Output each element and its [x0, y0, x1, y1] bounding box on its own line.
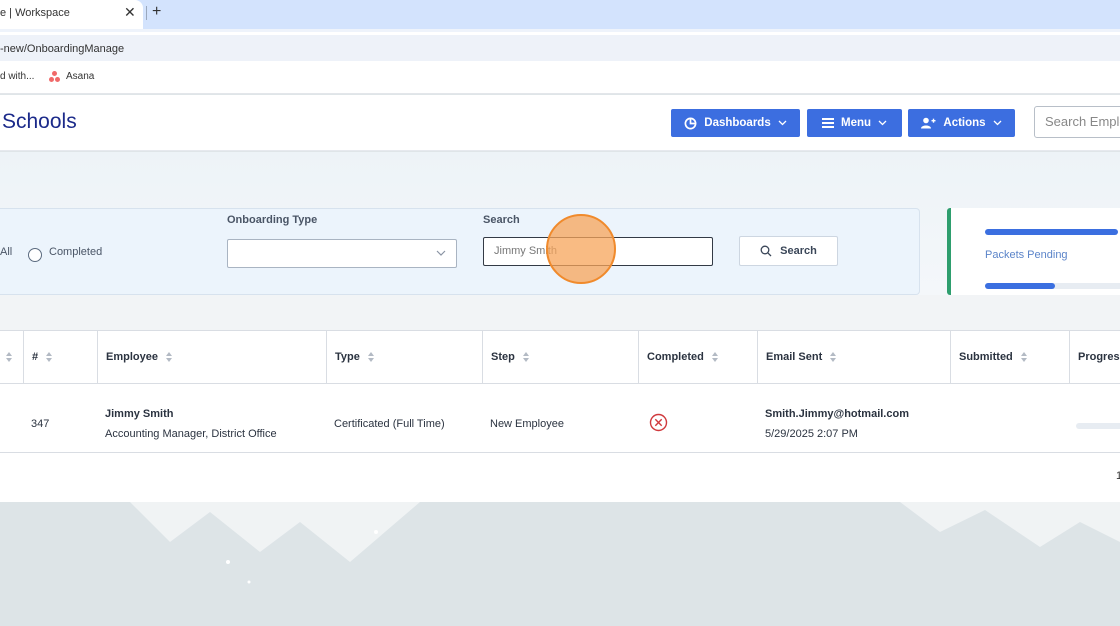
menu-label: Menu: [840, 117, 872, 129]
employee-title: Accounting Manager, District Office: [105, 428, 277, 440]
chevron-down-icon: [436, 250, 446, 256]
stat-bar: [985, 229, 1118, 235]
column-header-number[interactable]: #: [24, 331, 98, 384]
menu-button[interactable]: Menu: [807, 109, 902, 137]
sort-icon: [1020, 352, 1027, 363]
close-icon[interactable]: ✕: [124, 4, 136, 21]
sort-icon: [367, 352, 374, 363]
mountain-background-image: [0, 502, 1120, 626]
new-tab-button[interactable]: +: [152, 3, 161, 21]
completed-radio[interactable]: [28, 248, 42, 262]
actions-label: Actions: [943, 117, 986, 129]
search-button-label: Search: [780, 245, 817, 257]
browser-tab-bar: e | Workspace ✕ +: [0, 0, 1120, 29]
chevron-down-icon: [778, 120, 787, 126]
dashboards-label: Dashboards: [704, 117, 771, 129]
app-header: Schools Dashboards Menu Actions: [0, 95, 1120, 151]
asana-icon: [49, 71, 61, 83]
chevron-down-icon: [993, 120, 1002, 126]
column-header-step[interactable]: Step: [483, 331, 639, 384]
sort-icon: [6, 352, 12, 363]
onboarding-type-label: Onboarding Type: [227, 214, 318, 226]
hamburger-icon: [821, 118, 834, 128]
onboarding-type-select[interactable]: [227, 239, 457, 268]
browser-tab[interactable]: e | Workspace ✕: [0, 0, 143, 29]
sort-icon: [711, 352, 718, 363]
employee-type: Certificated (Full Time): [334, 418, 445, 430]
pie-chart-icon: [684, 117, 697, 129]
status-all-label[interactable]: All: [0, 246, 12, 258]
completed-radio-label[interactable]: Completed: [49, 246, 102, 258]
bookmark-item[interactable]: d with...: [0, 71, 34, 82]
column-header-employee[interactable]: Employee: [98, 331, 327, 384]
tab-title: e | Workspace: [0, 7, 70, 19]
url-text: -new/OnboardingManage: [0, 43, 125, 55]
user-plus-icon: [921, 117, 936, 129]
column-label: #: [32, 351, 39, 363]
employee-search-field[interactable]: [1034, 106, 1120, 138]
column-label: Step: [491, 351, 515, 363]
packets-progress-track: [985, 283, 1120, 289]
column-label: Progress: [1078, 351, 1120, 363]
bookmark-asana[interactable]: Asana: [66, 71, 94, 82]
search-label: Search: [483, 214, 520, 226]
address-bar: -new/OnboardingManage: [0, 29, 1120, 61]
sort-icon: [46, 352, 53, 363]
sort-icon: [522, 352, 529, 363]
column-header-type[interactable]: Type: [327, 331, 483, 384]
bookmarks-bar: d with... Asana: [0, 61, 1120, 94]
row-progress-bar: [1076, 423, 1120, 429]
table-header: # Employee Type Step Completed Email Sen…: [0, 330, 1120, 384]
pagination[interactable]: 1: [1116, 470, 1120, 482]
row-id: 347: [31, 418, 50, 430]
column-label: Submitted: [959, 351, 1013, 363]
column-header-submitted[interactable]: Submitted: [951, 331, 1070, 384]
tab-separator: [146, 6, 147, 20]
search-button[interactable]: Search: [739, 236, 838, 266]
packets-pending-card[interactable]: Packets Pending: [947, 208, 1120, 295]
column-header-completed[interactable]: Completed: [639, 331, 758, 384]
email-sent-date: 5/29/2025 2:07 PM: [765, 428, 858, 440]
column-header-progress[interactable]: Progress: [1070, 331, 1120, 384]
employee-name[interactable]: Jimmy Smith: [105, 408, 173, 420]
sort-icon: [830, 352, 837, 363]
employee-search-input[interactable]: [1035, 107, 1120, 135]
column-label: Email Sent: [766, 351, 823, 363]
column-header-email-sent[interactable]: Email Sent: [758, 331, 951, 384]
dashboards-button[interactable]: Dashboards: [671, 109, 800, 137]
actions-button[interactable]: Actions: [908, 109, 1015, 137]
packets-progress-fill: [985, 283, 1055, 289]
table-row[interactable]: 347 Jimmy Smith Accounting Manager, Dist…: [0, 385, 1120, 453]
select-column-header[interactable]: [0, 331, 24, 384]
incomplete-x-icon: [649, 413, 668, 432]
column-label: Type: [335, 351, 360, 363]
employee-step: New Employee: [490, 418, 564, 430]
chevron-down-icon: [878, 120, 887, 126]
email-address[interactable]: Smith.Jimmy@hotmail.com: [765, 408, 909, 420]
packets-pending-label: Packets Pending: [985, 249, 1068, 261]
column-label: Employee: [106, 351, 158, 363]
click-indicator: [546, 214, 616, 284]
url-field[interactable]: -new/OnboardingManage: [0, 35, 1120, 61]
column-label: Completed: [647, 351, 704, 363]
sort-icon: [165, 352, 172, 363]
page-title: Schools: [2, 110, 77, 133]
search-icon: [760, 245, 772, 257]
